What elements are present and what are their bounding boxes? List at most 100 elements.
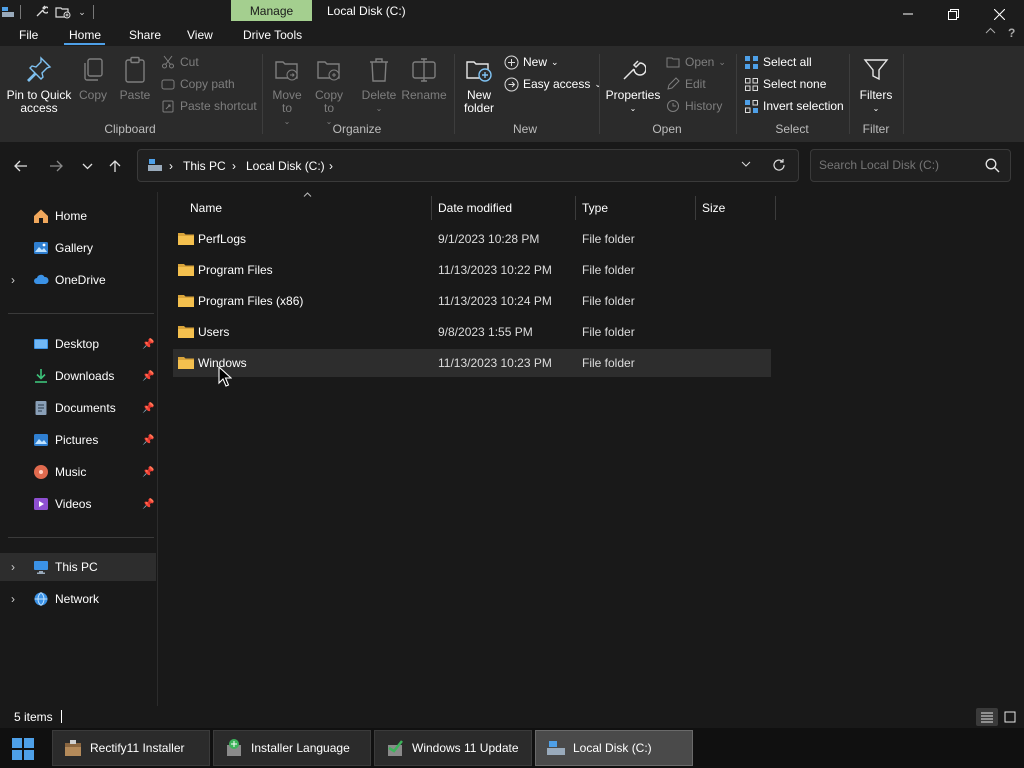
tab-share[interactable]: Share: [129, 28, 161, 42]
search-icon[interactable]: [985, 158, 1000, 173]
chevron-down-icon[interactable]: ⌄: [74, 4, 90, 20]
group-divider: [849, 54, 850, 134]
document-icon: [33, 400, 49, 416]
search-input[interactable]: [819, 158, 979, 172]
copy-path-button[interactable]: Copy path: [160, 76, 235, 92]
rename-button[interactable]: Rename: [401, 54, 447, 102]
collapse-ribbon-icon[interactable]: [985, 27, 996, 34]
file-row[interactable]: Program Files 11/13/2023 10:22 PM File f…: [173, 256, 771, 284]
nav-item-this-pc[interactable]: › This PC: [0, 553, 156, 581]
help-icon[interactable]: ?: [1008, 26, 1015, 40]
select-none-button[interactable]: Select none: [743, 76, 826, 92]
column-divider[interactable]: [575, 196, 576, 220]
large-icons-view-button[interactable]: [999, 708, 1021, 726]
taskbar-item-installer-language[interactable]: Installer Language: [213, 730, 371, 766]
pin-icon[interactable]: 📌: [142, 435, 154, 446]
breadcrumb-local-disk[interactable]: Local Disk (C:): [246, 159, 325, 173]
up-button[interactable]: [104, 157, 126, 175]
chevron-right-icon[interactable]: ›: [11, 273, 15, 287]
minimize-button[interactable]: [885, 0, 931, 28]
nav-item-music[interactable]: Music 📌: [0, 458, 156, 486]
new-folder-icon[interactable]: [55, 4, 71, 20]
pin-quick-access-label: Pin to Quick access: [6, 88, 72, 115]
copy-to-button[interactable]: Copy to ⌄: [312, 54, 346, 128]
open-button[interactable]: Open ⌄: [665, 54, 726, 70]
pin-icon[interactable]: 📌: [142, 499, 154, 510]
file-row[interactable]: PerfLogs 9/1/2023 10:28 PM File folder: [173, 225, 771, 253]
details-view-button[interactable]: [976, 708, 998, 726]
back-button[interactable]: [10, 157, 32, 175]
tab-view[interactable]: View: [187, 28, 213, 42]
cut-button[interactable]: Cut: [160, 54, 199, 70]
file-row[interactable]: Program Files (x86) 11/13/2023 10:24 PM …: [173, 287, 771, 315]
windows-start-button[interactable]: [12, 738, 34, 760]
address-history-dropdown[interactable]: [741, 161, 751, 167]
nav-item-home[interactable]: Home: [0, 202, 156, 230]
nav-item-pictures[interactable]: Pictures 📌: [0, 426, 156, 454]
nav-item-downloads[interactable]: Downloads 📌: [0, 362, 156, 390]
column-header-type[interactable]: Type: [582, 196, 608, 220]
copy-button[interactable]: Copy: [78, 54, 108, 102]
edit-button[interactable]: Edit: [665, 76, 706, 92]
history-icon: [665, 98, 681, 114]
nav-item-network[interactable]: › Network: [0, 585, 156, 613]
nav-item-desktop[interactable]: Desktop 📌: [0, 330, 156, 358]
taskbar-item-windows-11-update[interactable]: Windows 11 Update: [374, 730, 532, 766]
column-divider[interactable]: [695, 196, 696, 220]
new-item-button[interactable]: New ⌄: [503, 54, 559, 70]
nav-item-onedrive[interactable]: › OneDrive: [0, 266, 156, 294]
chevron-right-icon[interactable]: ›: [11, 592, 15, 606]
search-box[interactable]: [810, 149, 1011, 182]
taskbar-item-rectify11-installer[interactable]: Rectify11 Installer: [52, 730, 210, 766]
nav-label: Home: [55, 209, 88, 223]
chevron-right-icon: ›: [169, 159, 173, 173]
invert-selection-button[interactable]: Invert selection: [743, 98, 844, 114]
chevron-right-icon[interactable]: ›: [329, 159, 333, 173]
recent-locations-button[interactable]: [76, 157, 98, 175]
tab-file[interactable]: File: [19, 28, 38, 42]
taskbar-item-local-disk[interactable]: Local Disk (C:): [535, 730, 693, 766]
paste-shortcut-button[interactable]: Paste shortcut: [160, 98, 257, 114]
chevron-right-icon[interactable]: ›: [232, 159, 236, 173]
history-label: History: [685, 99, 723, 113]
pin-icon[interactable]: 📌: [142, 467, 154, 478]
tab-home[interactable]: Home: [69, 28, 101, 42]
column-header-name[interactable]: Name: [190, 196, 222, 220]
refresh-icon[interactable]: [772, 158, 786, 172]
pin-icon[interactable]: 📌: [142, 339, 154, 350]
nav-item-documents[interactable]: Documents 📌: [0, 394, 156, 422]
nav-label: This PC: [55, 560, 98, 574]
pin-quick-access-button[interactable]: Pin to Quick access: [6, 54, 72, 115]
address-bar[interactable]: › This PC › Local Disk (C:) ›: [137, 149, 799, 182]
column-divider[interactable]: [431, 196, 432, 220]
delete-button[interactable]: Delete ⌄: [361, 54, 397, 115]
history-button[interactable]: History: [665, 98, 722, 114]
active-tab-indicator: [64, 43, 105, 45]
new-folder-button[interactable]: New folder: [458, 54, 500, 115]
taskbar-label: Local Disk (C:): [573, 741, 652, 755]
select-all-button[interactable]: Select all: [743, 54, 812, 70]
breadcrumb-this-pc[interactable]: This PC: [183, 159, 226, 173]
restore-button[interactable]: [930, 0, 976, 28]
easy-access-button[interactable]: Easy access ⌄: [503, 76, 602, 92]
nav-item-videos[interactable]: Videos 📌: [0, 490, 156, 518]
column-header-date-modified[interactable]: Date modified: [438, 196, 512, 220]
chevron-right-icon[interactable]: ›: [11, 560, 15, 574]
paste-button[interactable]: Paste: [119, 54, 151, 102]
close-button[interactable]: [976, 0, 1022, 28]
move-to-button[interactable]: Move to ⌄: [270, 54, 304, 128]
column-divider[interactable]: [775, 196, 776, 220]
tab-drive-tools[interactable]: Drive Tools: [243, 28, 302, 42]
filters-button[interactable]: Filters ⌄: [855, 54, 897, 115]
forward-button[interactable]: [45, 157, 67, 175]
pin-icon[interactable]: 📌: [142, 403, 154, 414]
tab-manage[interactable]: Manage: [231, 0, 312, 21]
properties-icon[interactable]: [33, 4, 49, 20]
properties-button[interactable]: Properties ⌄: [605, 54, 661, 115]
file-row[interactable]: Users 9/8/2023 1:55 PM File folder: [173, 318, 771, 346]
nav-item-gallery[interactable]: Gallery: [0, 234, 156, 262]
column-header-size[interactable]: Size: [702, 196, 725, 220]
pin-icon[interactable]: 📌: [142, 371, 154, 382]
file-row[interactable]: Windows 11/13/2023 10:23 PM File folder: [173, 349, 771, 377]
sort-ascending-icon: [303, 192, 312, 197]
